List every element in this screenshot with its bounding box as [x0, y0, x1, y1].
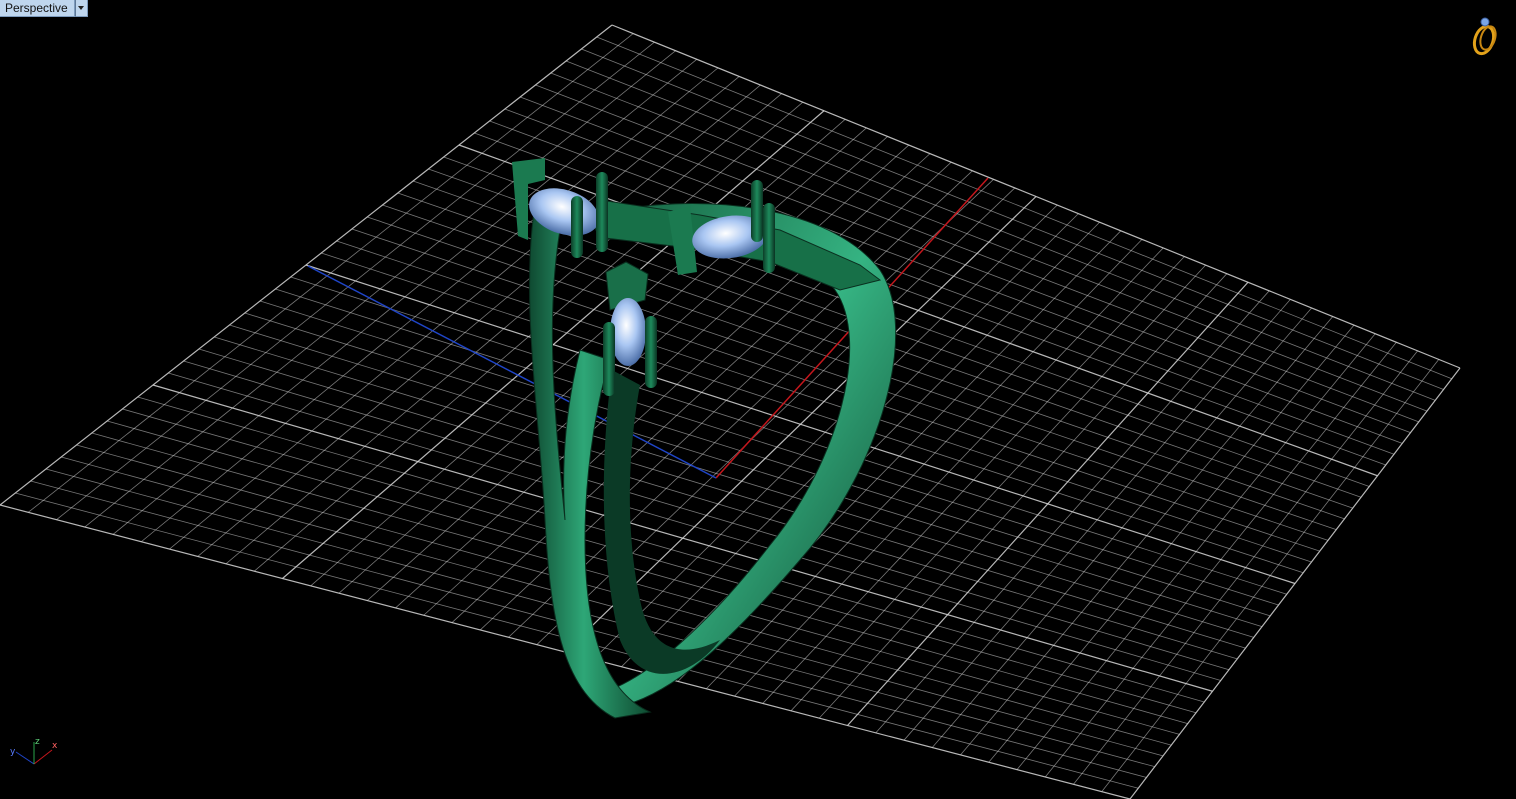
grid-line [1044, 342, 1397, 778]
grid-line [1129, 367, 1461, 799]
viewport-title[interactable]: Perspective [0, 0, 75, 17]
ring-model[interactable] [512, 158, 897, 719]
grid-line [1016, 333, 1376, 770]
axis-label-y: y [10, 747, 16, 757]
viewport-scene[interactable] [0, 0, 1516, 799]
grid-line [1073, 350, 1418, 785]
ring-thumbnail-icon[interactable] [1466, 14, 1506, 58]
grid-line [988, 324, 1355, 763]
viewport-title-tab[interactable]: Perspective [0, 0, 88, 17]
chevron-down-icon[interactable] [74, 0, 88, 17]
axes-widget: y z x [10, 737, 58, 765]
axis-label-x: x [52, 741, 58, 751]
perspective-viewport[interactable]: Perspective y z x [0, 0, 1516, 799]
axis-label-z: z [35, 737, 40, 747]
construction-grid [0, 24, 1461, 799]
gem-front [610, 298, 646, 366]
